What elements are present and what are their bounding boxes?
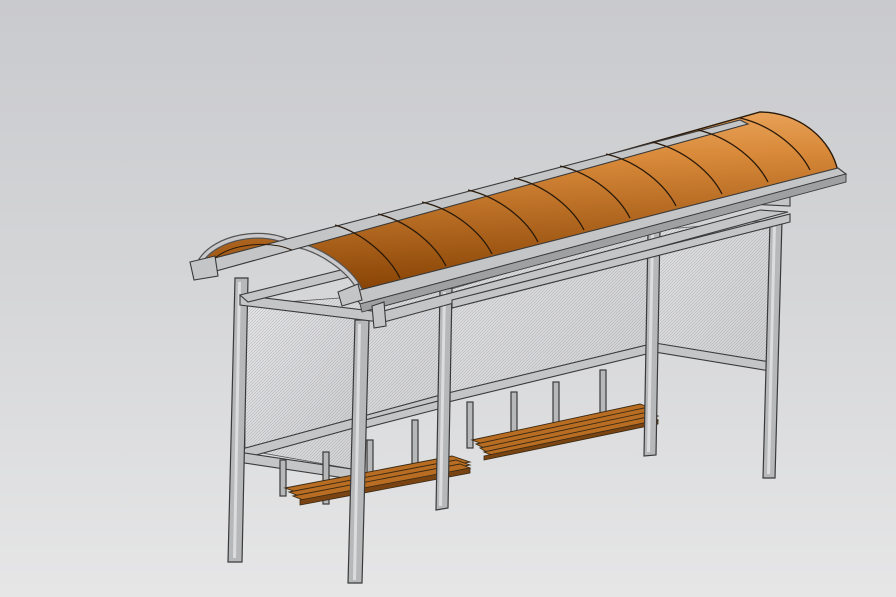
bus-shelter-model[interactable] [0,0,896,597]
cad-viewport[interactable] [0,0,896,597]
right-bench [470,403,660,461]
